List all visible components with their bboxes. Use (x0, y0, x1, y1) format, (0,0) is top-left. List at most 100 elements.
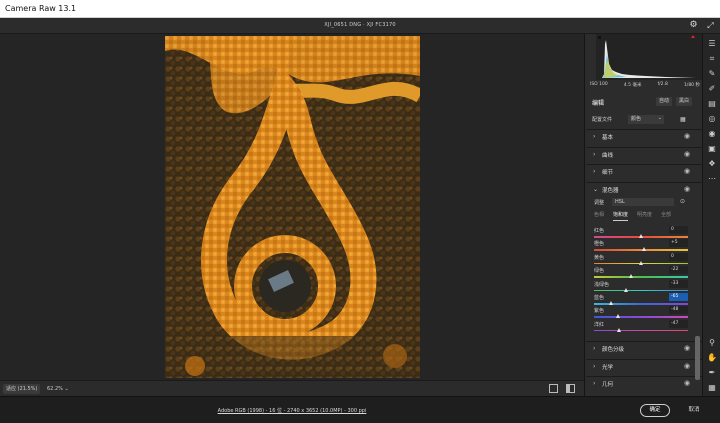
black-white-button[interactable]: 黑白 (676, 97, 692, 106)
slider-track[interactable] (594, 276, 688, 278)
slider-value-field[interactable]: +5 (669, 239, 688, 248)
grid-icon[interactable]: ▦ (706, 382, 718, 393)
brush-icon[interactable]: ✐ (706, 83, 718, 94)
section-curve[interactable]: › 曲线 ◉ (586, 147, 702, 161)
slider-value-field[interactable]: -33 (669, 279, 688, 288)
eye-icon[interactable]: ◉ (684, 150, 690, 158)
radial-icon[interactable]: ◎ (706, 113, 718, 124)
slider-6[interactable]: 紫色 -48 (592, 306, 690, 319)
window-title: Camera Raw 13.1 (5, 4, 77, 13)
profile-select[interactable]: 颜色 (628, 114, 664, 124)
slider-label: 红色 (594, 228, 605, 234)
eye-icon[interactable]: ◉ (684, 132, 690, 140)
aperture-value: f/2.8 (657, 82, 668, 87)
canvas-bottom-bar: 适应 (21.5%) 62.2% ⌄ (0, 380, 584, 396)
slider-thumb[interactable] (641, 247, 646, 252)
chevron-down-icon: ⌄ (593, 186, 599, 193)
mixer-tab[interactable]: 明亮度 (637, 211, 652, 221)
redeye-icon[interactable]: ◉ (706, 128, 718, 139)
snapshots-icon[interactable]: ▣ (706, 143, 718, 154)
slider-label: 绿色 (594, 268, 605, 275)
eye-icon[interactable]: ◉ (684, 379, 690, 387)
edit-icon[interactable]: ☰ (706, 38, 718, 49)
auto-button[interactable]: 自动 (656, 97, 672, 106)
slider-thumb[interactable] (639, 234, 643, 238)
section-label: 混色器 (602, 188, 619, 194)
slider-thumb[interactable] (639, 260, 643, 265)
title-bar: Camera Raw 13.1 (0, 0, 720, 18)
mixer-tab[interactable]: 色相 (594, 211, 604, 221)
slider-4[interactable]: 浅绿色 -33 (592, 279, 690, 293)
ok-button[interactable]: 确定 (640, 404, 670, 417)
zoom-fit-button[interactable]: 适应 (21.5%) (3, 384, 41, 394)
slider-track[interactable] (594, 289, 688, 292)
zoom-icon[interactable]: ⚲ (706, 337, 718, 348)
chevron-right-icon: › (593, 380, 596, 387)
mixer-tab[interactable]: 全部 (661, 211, 671, 221)
before-after-icon[interactable] (566, 384, 575, 393)
slider-0[interactable]: 红色 0 (592, 226, 690, 239)
sampler-icon[interactable]: ✒ (706, 367, 718, 378)
slider-thumb[interactable] (628, 274, 633, 279)
panel-scrollbar[interactable] (695, 336, 700, 380)
eye-icon[interactable]: ◉ (684, 185, 690, 193)
section-detail[interactable]: › 细节 ◉ (586, 164, 702, 178)
footer-bar: Adobe RGB (1998) - 16 位 - 2740 x 3652 (1… (0, 396, 720, 423)
file-name: XJI_0651 DNG · XJI FC3170 (324, 22, 396, 28)
slider-value-field[interactable]: -47 (669, 319, 688, 328)
section-mixer[interactable]: ⌄ 混色器 ◉ (586, 182, 702, 196)
section-geometry[interactable]: › 几何 ◉ (586, 376, 702, 390)
gradient-icon[interactable]: ▤ (706, 98, 718, 109)
slider-thumb[interactable] (616, 314, 621, 319)
workflow-options-link[interactable]: Adobe RGB (1998) - 16 位 - 2740 x 3652 (1… (0, 407, 584, 414)
profile-browser-icon[interactable]: ▦ (680, 116, 686, 123)
slider-5[interactable]: 蓝色 -65 (592, 293, 690, 306)
slider-track[interactable] (594, 329, 688, 332)
eye-icon[interactable]: ◉ (684, 362, 690, 370)
camera-raw-window: Camera Raw 13.1 XJI_0651 DNG · XJI FC317… (0, 0, 720, 423)
slider-track[interactable] (594, 316, 688, 318)
gear-icon[interactable]: ⚙ (688, 20, 699, 31)
image-canvas[interactable] (0, 34, 584, 380)
slider-value-field[interactable]: -65 (669, 293, 688, 301)
cancel-button[interactable]: 取消 (684, 404, 704, 417)
slider-thumb[interactable] (617, 327, 622, 332)
slider-label: 洋红 (594, 321, 605, 328)
iso-value: ISO 100 (590, 82, 608, 87)
slider-value-field[interactable]: -22 (669, 266, 688, 275)
section-basic[interactable]: › 基本 ◉ (586, 129, 702, 143)
top-toolbar: XJI_0651 DNG · XJI FC3170 ⚙ ⤢ (0, 18, 720, 34)
presets-icon[interactable]: ❖ (706, 158, 718, 169)
target-adjust-icon[interactable]: ⊙ (680, 198, 685, 205)
slider-3[interactable]: 绿色 -22 (592, 266, 690, 279)
slider-value-field[interactable]: 0 (669, 226, 688, 234)
slider-label: 紫色 (594, 308, 605, 315)
zoom-level-select[interactable]: 62.2% ⌄ (44, 384, 72, 394)
section-color-grading[interactable]: › 颜色分级 ◉ (586, 341, 702, 355)
slider-thumb[interactable] (608, 301, 613, 305)
more-icon[interactable]: ⋯ (706, 173, 718, 184)
eye-icon[interactable]: ◉ (684, 344, 690, 352)
focal-value: 4.5 毫米 (623, 83, 642, 88)
section-label: 颜色分级 (602, 347, 625, 353)
chevron-right-icon: › (593, 133, 596, 140)
mixer-tab[interactable]: 饱和度 (613, 211, 629, 221)
photo-preview (165, 36, 420, 378)
hand-icon[interactable]: ✋ (706, 352, 718, 363)
adjust-select[interactable]: HSL (612, 198, 674, 206)
mixer-adjust-row: 调整 HSL ⊙ (592, 198, 698, 208)
section-optics[interactable]: › 光学 ◉ (586, 359, 702, 373)
slider-value-field[interactable]: -48 (669, 306, 688, 315)
single-view-icon[interactable] (549, 384, 558, 393)
slider-1[interactable]: 橙色 +5 (592, 239, 690, 252)
slider-value-field[interactable]: 0 (669, 252, 688, 261)
slider-thumb[interactable] (623, 287, 628, 292)
eye-icon[interactable]: ◉ (684, 167, 690, 175)
section-label: 细节 (602, 170, 614, 176)
slider-7[interactable]: 洋红 -47 (592, 319, 690, 333)
aerial-forest-image (165, 36, 420, 378)
crop-icon[interactable]: ⌗ (706, 53, 718, 64)
slider-2[interactable]: 黄色 0 (592, 252, 690, 266)
healing-icon[interactable]: ✎ (706, 68, 718, 79)
expand-icon[interactable]: ⤢ (705, 20, 716, 31)
